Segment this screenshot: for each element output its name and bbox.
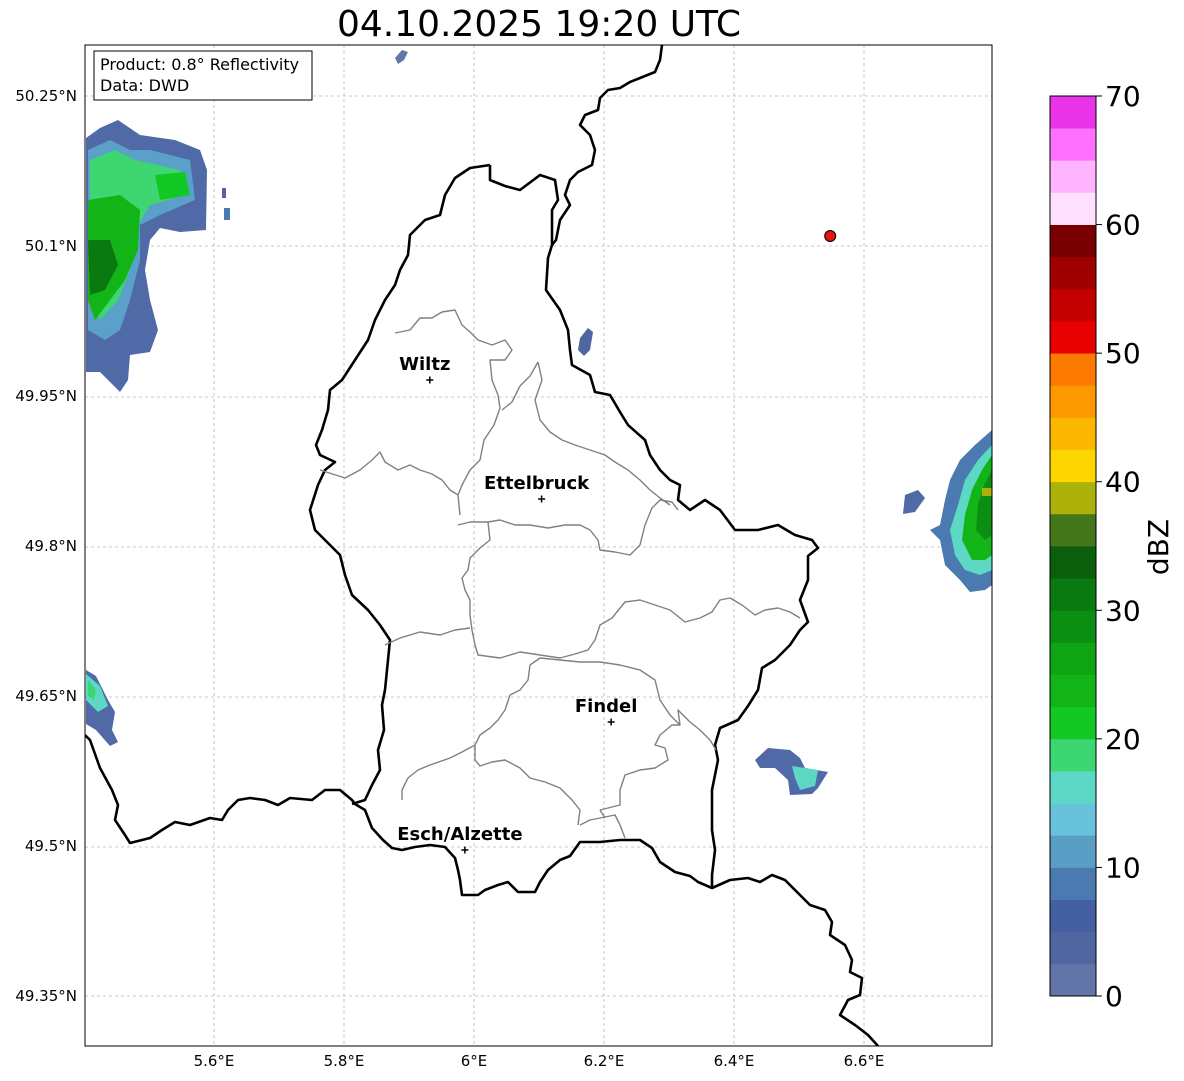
colorbar-segment (1050, 706, 1096, 740)
colorbar-segment (1050, 803, 1096, 836)
colorbar-segment (1050, 385, 1096, 418)
colorbar-segment (1050, 771, 1096, 804)
colorbar-segment (1050, 642, 1096, 675)
city-label: Findel (575, 696, 638, 717)
map-area (85, 45, 992, 1046)
lat-tick-label: 50.25°N (15, 87, 77, 105)
lat-tick-label: 49.8°N (25, 537, 77, 555)
radar-site-marker (824, 230, 837, 242)
colorbar-label: dBZ (1142, 519, 1175, 575)
radar-map-figure: Wiltz Ettelbruck Findel Esch/Alzette Produc… (15, 44, 1175, 1070)
colorbar (1049, 95, 1097, 997)
colorbar-segment (1050, 321, 1096, 354)
colorbar-segment (1050, 674, 1096, 708)
lon-tick-label: 6.6°E (844, 1052, 885, 1070)
colorbar-tick-label: 20 (1105, 723, 1141, 756)
colorbar-segment (1050, 481, 1096, 515)
colorbar-tick-label: 70 (1105, 80, 1141, 113)
city-label: Ettelbruck (484, 473, 590, 494)
colorbar-segment (1050, 963, 1096, 997)
colorbar-segment (1050, 288, 1096, 322)
lon-tick-label: 6°E (461, 1052, 488, 1070)
longitude-labels: 5.6°E 5.8°E 6°E 6.2°E 6.4°E 6.6°E (194, 1052, 885, 1070)
colorbar-ticks: 0 10 20 30 40 50 60 70 (1096, 80, 1141, 1013)
colorbar-tick-label: 10 (1105, 851, 1141, 884)
colorbar-tick-label: 50 (1105, 337, 1141, 370)
info-box: Product: 0.8° Reflectivity Data: DWD (93, 50, 313, 101)
colorbar-segment (1050, 353, 1096, 386)
colorbar-segment (1050, 899, 1096, 933)
colorbar-segment (1050, 417, 1096, 450)
info-product: Product: 0.8° Reflectivity (100, 55, 299, 74)
colorbar-segment (1050, 96, 1096, 129)
lon-tick-label: 6.4°E (714, 1052, 755, 1070)
colorbar-tick-label: 30 (1105, 594, 1141, 627)
colorbar-segment (1050, 256, 1096, 290)
colorbar-segment (1050, 931, 1096, 965)
lon-tick-label: 6.2°E (584, 1052, 625, 1070)
colorbar-segment (1050, 610, 1096, 643)
lat-tick-label: 50.1°N (25, 237, 77, 255)
lon-tick-label: 5.8°E (324, 1052, 365, 1070)
lon-tick-label: 5.6°E (194, 1052, 235, 1070)
colorbar-tick-label: 60 (1105, 209, 1141, 242)
colorbar-segment (1050, 513, 1096, 547)
colorbar-tick-label: 40 (1105, 466, 1141, 499)
lat-tick-label: 49.35°N (15, 987, 77, 1005)
city-label: Esch/Alzette (397, 824, 522, 845)
lat-tick-label: 49.65°N (15, 687, 77, 705)
latitude-labels: 50.25°N 50.1°N 49.95°N 49.8°N 49.65°N 49.5°N 4… (15, 87, 77, 1005)
colorbar-tick-label: 0 (1105, 980, 1123, 1013)
colorbar-segment (1050, 738, 1096, 772)
colorbar-segment (1050, 835, 1096, 868)
info-data-source: Data: DWD (100, 76, 189, 95)
colorbar-segment (1050, 160, 1096, 193)
colorbar-segment (1050, 224, 1096, 258)
lat-tick-label: 49.95°N (15, 387, 77, 405)
colorbar-segment (1050, 449, 1096, 483)
colorbar-segment (1050, 192, 1096, 225)
colorbar-segment (1050, 546, 1096, 579)
colorbar-segment (1050, 578, 1096, 611)
lat-tick-label: 49.5°N (25, 837, 77, 855)
colorbar-segment (1050, 128, 1096, 161)
colorbar-segment (1050, 867, 1096, 900)
city-label: Wiltz (399, 354, 450, 375)
